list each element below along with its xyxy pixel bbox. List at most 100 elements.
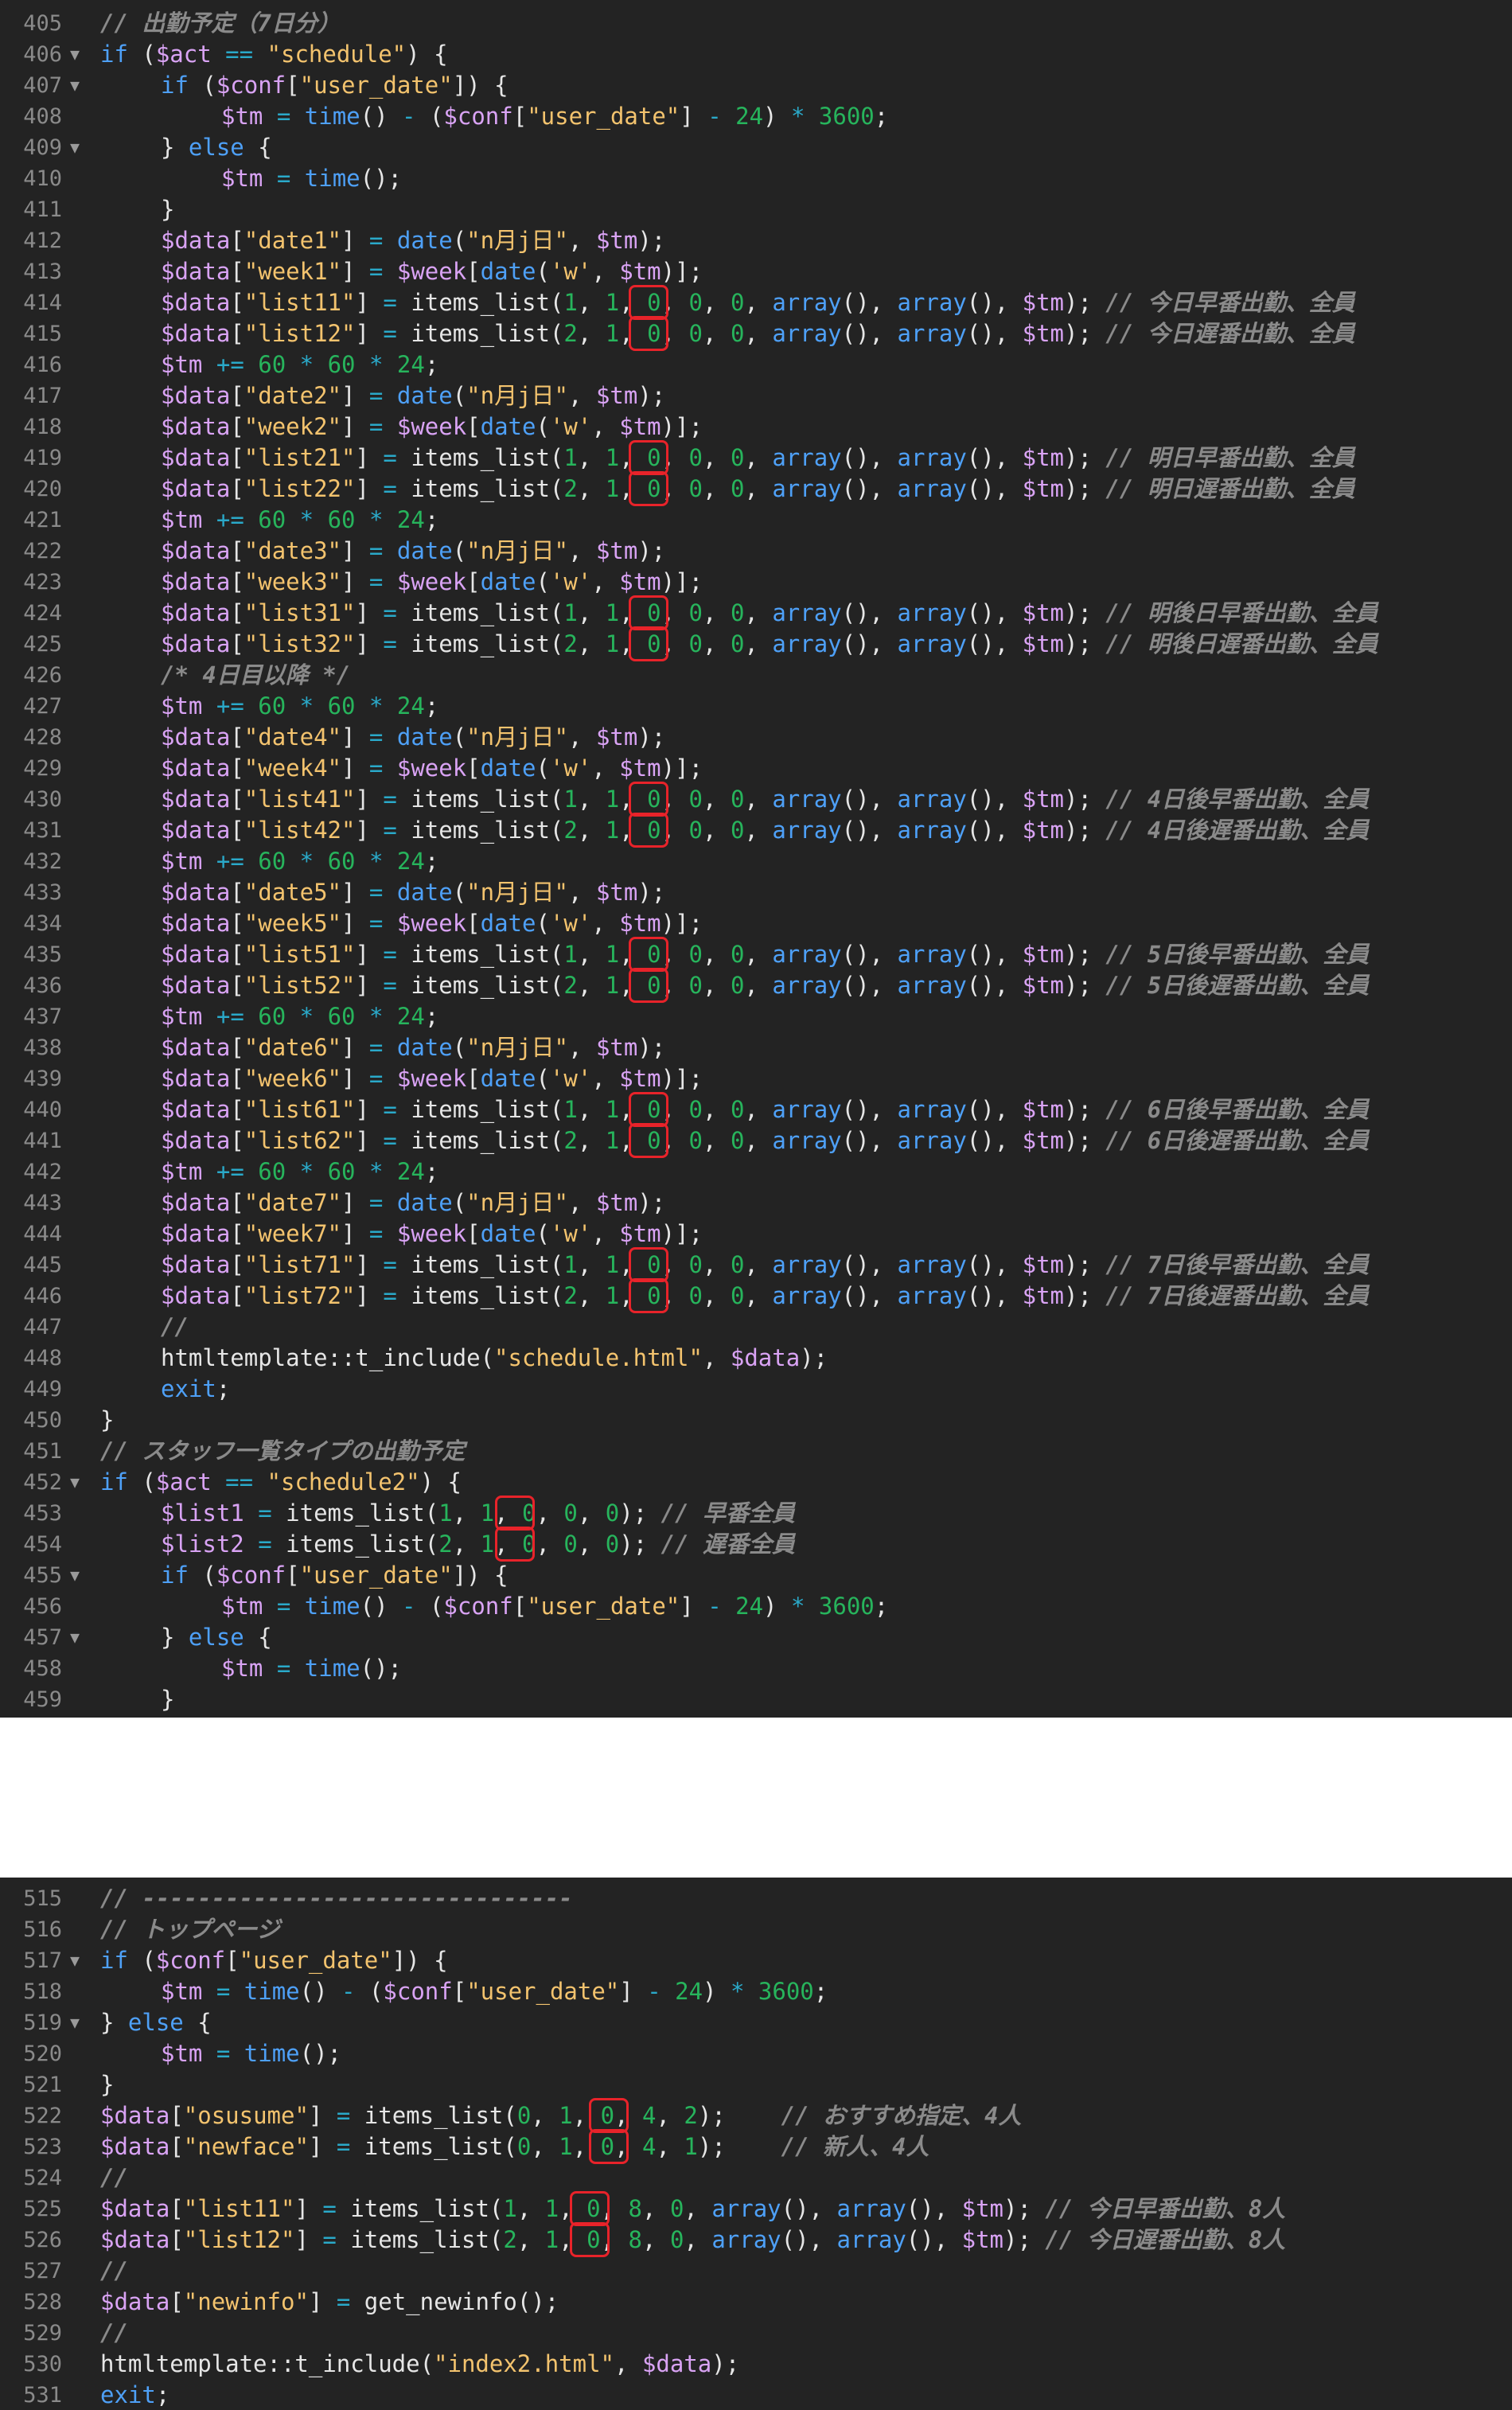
code-text[interactable]: if ($conf["user_date"]) { — [100, 1945, 448, 1976]
code-line[interactable]: 442 $tm += 60 * 60 * 24; — [0, 1156, 1512, 1187]
code-text[interactable]: // スタッフ一覧タイプの出勤予定 — [100, 1436, 465, 1467]
fold-triangle-icon[interactable]: ▼ — [70, 1622, 80, 1653]
code-text[interactable]: $data["list41"] = items_list(1, 1, 0, 0,… — [161, 784, 1369, 815]
code-text[interactable]: // トップページ — [100, 1914, 280, 1945]
code-text[interactable]: $data["osusume"] = items_list(0, 1, 0, 4… — [100, 2100, 1021, 2131]
code-text[interactable]: // — [100, 2256, 128, 2287]
code-line[interactable]: 406 ▼ if ($act == "schedule") { — [0, 39, 1512, 70]
code-text[interactable]: $data["date6"] = date("n月j日", $tm); — [161, 1032, 665, 1063]
code-text[interactable]: $list1 = items_list(1, 1, 0, 0, 0); // 早… — [161, 1498, 795, 1529]
fold-triangle-icon[interactable]: ▼ — [70, 1560, 80, 1591]
code-text[interactable]: $data["date7"] = date("n月j日", $tm); — [161, 1187, 665, 1219]
code-line[interactable]: 454 $list2 = items_list(2, 1, 0, 0, 0); /… — [0, 1527, 1512, 1562]
code-text[interactable]: } — [100, 2069, 114, 2100]
code-line[interactable]: 444 $data["week7"] = $week[date('w', $tm)… — [0, 1219, 1512, 1250]
code-text[interactable]: $data["date4"] = date("n月j日", $tm); — [161, 722, 665, 753]
code-text[interactable]: $data["list61"] = items_list(1, 1, 0, 0,… — [161, 1094, 1369, 1125]
code-text[interactable]: // — [161, 1312, 189, 1343]
code-text[interactable]: // ------------------------------- — [100, 1883, 573, 1914]
code-line[interactable]: 421 $tm += 60 * 60 * 24; — [0, 505, 1512, 536]
code-line[interactable]: 436 $data["list52"] = items_list(2, 1, 0,… — [0, 968, 1512, 1003]
code-line[interactable]: 425 $data["list32"] = items_list(2, 1, 0,… — [0, 626, 1512, 661]
code-line[interactable]: 457 ▼} else { — [0, 1622, 1512, 1653]
code-text[interactable]: $tm = time() - ($conf["user_date"] - 24)… — [221, 1591, 888, 1622]
code-line[interactable]: 424 $data["list31"] = items_list(1, 1, 0,… — [0, 595, 1512, 630]
code-editor-pane-top[interactable]: 405// 出勤予定（7日分） 406 ▼ if ($act == "schedule… — [0, 0, 1512, 1718]
fold-triangle-icon[interactable]: ▼ — [70, 1945, 80, 1976]
code-line[interactable]: 407 ▼ if ($conf["user_date"]) { — [0, 70, 1512, 101]
code-text[interactable]: if ($act == "schedule") { — [100, 39, 448, 70]
code-line[interactable]: 520 $tm = time(); — [0, 2038, 1512, 2069]
code-line[interactable]: 528 $data["newinfo"] = get_newinfo(); — [0, 2287, 1512, 2318]
code-line[interactable]: 443 $data["date7"] = date("n月j日", $tm); — [0, 1187, 1512, 1219]
code-line[interactable]: 453 $list1 = items_list(1, 1, 0, 0, 0); /… — [0, 1496, 1512, 1531]
code-line[interactable]: 451 // スタッフ一覧タイプの出勤予定 — [0, 1436, 1512, 1467]
code-line[interactable]: 515 // ------------------------------- — [0, 1883, 1512, 1914]
code-line[interactable]: 445 $data["list71"] = items_list(1, 1, 0,… — [0, 1247, 1512, 1282]
code-text[interactable]: $tm += 60 * 60 * 24; — [161, 349, 438, 380]
code-line[interactable]: 438 $data["date6"] = date("n月j日", $tm); — [0, 1032, 1512, 1063]
fold-triangle-icon[interactable]: ▼ — [70, 1467, 80, 1498]
code-line[interactable]: 459} — [0, 1684, 1512, 1715]
code-line[interactable]: 412 $data["date1"] = date("n月j日", $tm); — [0, 225, 1512, 256]
code-text[interactable]: $data["list71"] = items_list(1, 1, 0, 0,… — [161, 1250, 1369, 1281]
code-line[interactable]: 411} — [0, 194, 1512, 225]
code-text[interactable]: // 出勤予定（7日分） — [100, 8, 341, 39]
code-text[interactable]: $data["list11"] = items_list(1, 1, 0, 8,… — [100, 2194, 1285, 2225]
code-line[interactable]: 455 ▼ if ($conf["user_date"]) { — [0, 1560, 1512, 1591]
code-line[interactable]: 523 $data["newface"] = items_list(0, 1, 0… — [0, 2129, 1512, 2164]
code-line[interactable]: 423 $data["week3"] = $week[date('w', $tm)… — [0, 567, 1512, 598]
code-text[interactable]: $data["list51"] = items_list(1, 1, 0, 0,… — [161, 939, 1369, 970]
code-text[interactable]: } else { — [100, 2007, 212, 2038]
code-line[interactable]: 441 $data["list62"] = items_list(2, 1, 0,… — [0, 1123, 1512, 1158]
code-line[interactable]: 531 exit; — [0, 2380, 1512, 2410]
code-text[interactable]: $data["list31"] = items_list(1, 1, 0, 0,… — [161, 598, 1378, 629]
code-text[interactable]: } — [100, 1405, 114, 1436]
code-text[interactable]: if ($act == "schedule2") { — [100, 1467, 462, 1498]
code-text[interactable]: if ($conf["user_date"]) { — [161, 1560, 509, 1591]
code-text[interactable]: $data["week7"] = $week[date('w', $tm)]; — [161, 1219, 703, 1250]
code-line[interactable]: 450} — [0, 1405, 1512, 1436]
code-line[interactable]: 525 $data["list11"] = items_list(1, 1, 0,… — [0, 2191, 1512, 2226]
code-line[interactable]: 452 ▼ if ($act == "schedule2") { — [0, 1467, 1512, 1498]
fold-triangle-icon[interactable]: ▼ — [70, 132, 80, 163]
code-text[interactable]: $tm = time(); — [221, 163, 402, 194]
code-line[interactable]: 430 $data["list41"] = items_list(1, 1, 0,… — [0, 782, 1512, 817]
code-line[interactable]: 422 $data["date3"] = date("n月j日", $tm); — [0, 536, 1512, 567]
code-line[interactable]: 526 $data["list12"] = items_list(2, 1, 0,… — [0, 2222, 1512, 2257]
code-text[interactable]: $data["newinfo"] = get_newinfo(); — [100, 2287, 559, 2318]
code-text[interactable]: $data["list12"] = items_list(2, 1, 0, 0,… — [161, 318, 1355, 349]
code-text[interactable]: $data["week2"] = $week[date('w', $tm)]; — [161, 411, 703, 443]
code-text[interactable]: htmltemplate::t_include("schedule.html",… — [161, 1343, 828, 1374]
code-text[interactable]: $tm += 60 * 60 * 24; — [161, 505, 438, 536]
code-text[interactable]: $data["week6"] = $week[date('w', $tm)]; — [161, 1063, 703, 1094]
code-text[interactable]: $data["list22"] = items_list(2, 1, 0, 0,… — [161, 474, 1355, 505]
code-text[interactable]: $data["newface"] = items_list(0, 1, 0, 4… — [100, 2131, 929, 2162]
code-line[interactable]: 434 $data["week5"] = $week[date('w', $tm)… — [0, 908, 1512, 939]
code-text[interactable]: $data["week4"] = $week[date('w', $tm)]; — [161, 753, 703, 784]
code-line[interactable]: 517 ▼ if ($conf["user_date"]) { — [0, 1945, 1512, 1976]
code-text[interactable]: $tm += 60 * 60 * 24; — [161, 846, 438, 877]
fold-triangle-icon[interactable]: ▼ — [70, 70, 80, 101]
code-line[interactable]: 409 ▼} else { — [0, 132, 1512, 163]
code-line[interactable]: 416 $tm += 60 * 60 * 24; — [0, 349, 1512, 380]
code-line[interactable]: 413 $data["week1"] = $week[date('w', $tm)… — [0, 256, 1512, 287]
code-text[interactable]: $list2 = items_list(2, 1, 0, 0, 0); // 遅… — [161, 1529, 795, 1560]
fold-triangle-icon[interactable]: ▼ — [70, 2007, 80, 2038]
code-line[interactable]: 448 htmltemplate::t_include("schedule.htm… — [0, 1343, 1512, 1374]
code-text[interactable]: $tm = time(); — [161, 2038, 341, 2069]
code-text[interactable]: exit; — [161, 1374, 230, 1405]
code-text[interactable]: $data["list32"] = items_list(2, 1, 0, 0,… — [161, 629, 1378, 660]
code-line[interactable]: 518 $tm = time() - ($conf["user_date"] - … — [0, 1976, 1512, 2007]
code-line[interactable]: 530 htmltemplate::t_include("index2.html"… — [0, 2349, 1512, 2380]
code-text[interactable]: $data["list21"] = items_list(1, 1, 0, 0,… — [161, 443, 1355, 474]
code-line[interactable]: 415 $data["list12"] = items_list(2, 1, 0,… — [0, 316, 1512, 351]
code-line[interactable]: 420 $data["list22"] = items_list(2, 1, 0,… — [0, 471, 1512, 506]
code-text[interactable]: $data["list62"] = items_list(2, 1, 0, 0,… — [161, 1125, 1369, 1156]
code-line[interactable]: 427 $tm += 60 * 60 * 24; — [0, 691, 1512, 722]
code-text[interactable]: $tm = time() - ($conf["user_date"] - 24)… — [221, 101, 888, 132]
code-line[interactable]: 410 $tm = time(); — [0, 163, 1512, 194]
code-line[interactable]: 428 $data["date4"] = date("n月j日", $tm); — [0, 722, 1512, 753]
code-line[interactable]: 417 $data["date2"] = date("n月j日", $tm); — [0, 380, 1512, 411]
code-line[interactable]: 431 $data["list42"] = items_list(2, 1, 0,… — [0, 813, 1512, 848]
